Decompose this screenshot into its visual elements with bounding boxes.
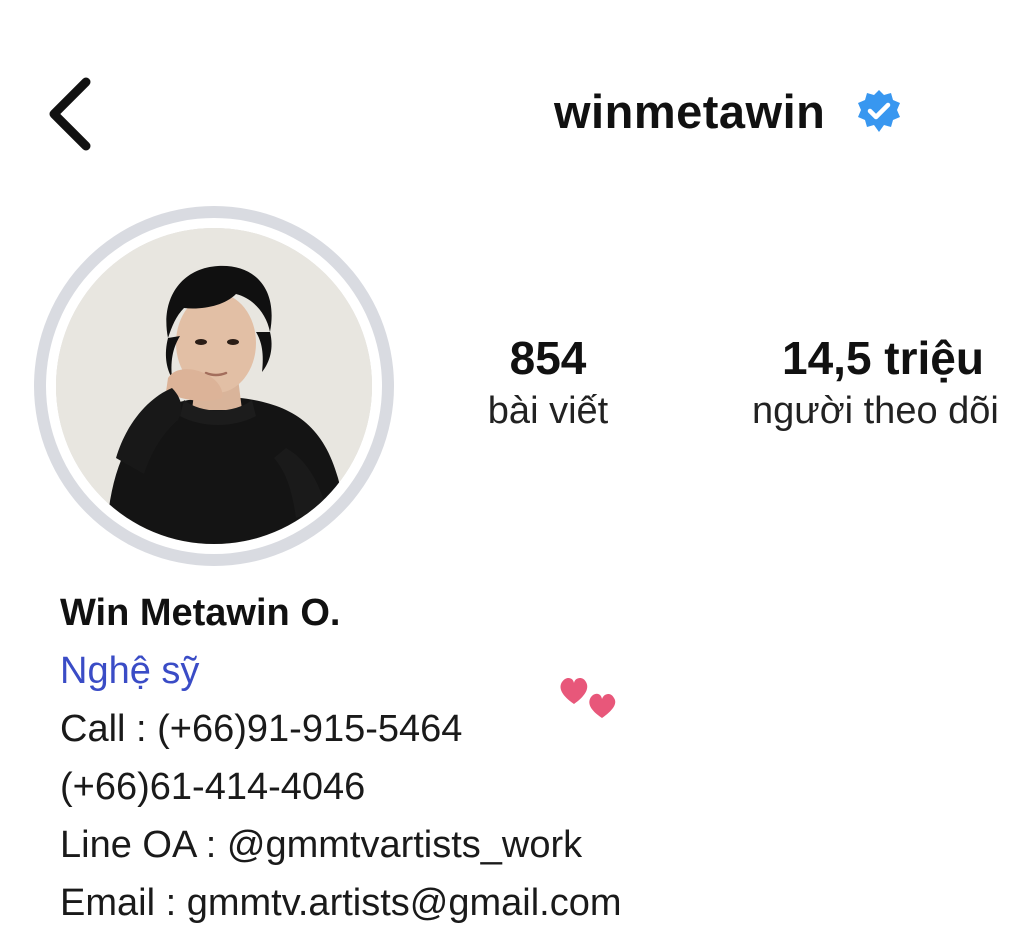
posts-label: bài viết: [487, 390, 609, 432]
bio-line-oa: Line OA : @gmmtvartists_work: [60, 824, 583, 866]
followers-count[interactable]: 14,5 triệu người theo dõi: [752, 330, 999, 436]
bio-phone-line: Call : (+66)91-915-5464: [60, 708, 463, 750]
display-name: Win Metawin O.: [60, 592, 341, 634]
chevron-left-icon: [49, 77, 91, 151]
profile-header: winmetawin: [554, 84, 903, 139]
followers-label: người theo dõi: [752, 390, 999, 432]
profile-photo: [56, 228, 372, 544]
username: winmetawin: [554, 85, 826, 138]
back-button[interactable]: [40, 74, 100, 154]
posts-count[interactable]: 854 bài viết: [462, 330, 634, 436]
bio-email-line: Email : gmmtv.artists@gmail.com: [60, 882, 622, 924]
verified-badge-icon: [855, 88, 903, 136]
profile-avatar-ring[interactable]: [34, 206, 394, 566]
category-label: Nghệ sỹ: [60, 650, 200, 692]
posts-value: 854: [509, 332, 587, 384]
followers-value: 14,5 triệu: [782, 332, 984, 384]
avatar-gap: [46, 218, 382, 554]
bio-section: Win Metawin O. Nghệ sỹ Call : (+66)91-91…: [60, 584, 622, 932]
heart-icons: [556, 672, 622, 722]
bio-phone-line-2: (+66)61-414-4046: [60, 766, 366, 808]
